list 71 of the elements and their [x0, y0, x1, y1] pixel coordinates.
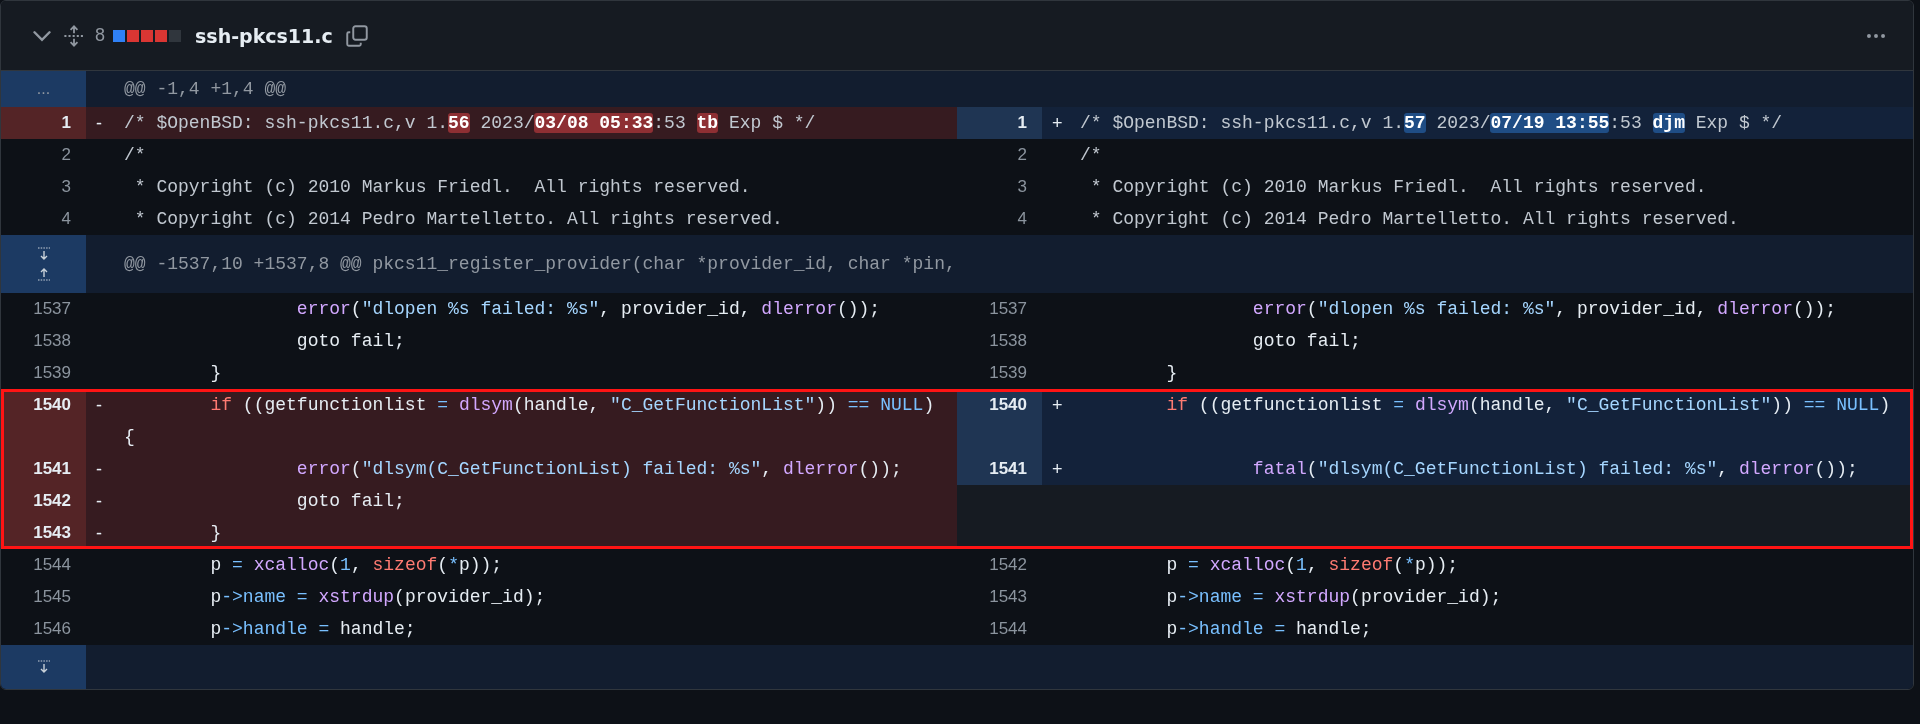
line-number: 1538 [33, 331, 71, 350]
code-line: * Copyright (c) 2014 Pedro Martelletto. All rights reserved. [133, 208, 783, 231]
code-line: * Copyright (c) 2014 Pedro Martelletto. All rights reserved. [1089, 208, 1739, 231]
expand-icon [63, 24, 85, 47]
line-number: 1542 [989, 555, 1027, 574]
code-line: /* [1080, 144, 1102, 167]
line-number: 1537 [33, 299, 71, 318]
code-line: p->name = xstrdup(provider_id); [1165, 586, 1502, 609]
code-line: p = xcalloc(1, sizeof(*p)); [209, 554, 503, 577]
plus-sign: + [1052, 112, 1064, 135]
code-line: /* [124, 144, 146, 167]
line-number: 4 [61, 209, 71, 228]
code-line: * Copyright (c) 2010 Markus Friedl. All rights reserved. [133, 176, 751, 199]
code-line: /* $OpenBSD: ssh-pkcs11.c,v 1.57 2023/07/19 13:55:53 djm Exp $ */ [1080, 112, 1783, 135]
line-number: 1539 [989, 363, 1027, 382]
line-number: 1543 [989, 587, 1027, 606]
line-number: 2 [61, 145, 71, 164]
line-number: 4 [1017, 209, 1027, 228]
code-line: error("dlopen %s failed: %s", provider_id, dlerror()); [1251, 298, 1837, 321]
code-line: error("dlsym(C_GetFunctionList) failed: %s", dlerror()); [295, 458, 902, 481]
hunk-header: @@ -1,4 +1,4 @@ [124, 79, 287, 99]
line-number: 3 [61, 177, 71, 196]
line-number: 1541 [957, 453, 1042, 485]
line-number: 1544 [989, 619, 1027, 638]
code-line: goto fail; [295, 330, 405, 353]
code-line: } [209, 522, 222, 545]
hunk-header: @@ -1537,10 +1537,8 @@ pkcs11_register_provider(char *provider_id, char *pin, [124, 254, 956, 274]
code-line: } [1165, 362, 1178, 385]
line-number: 1546 [33, 619, 71, 638]
line-number: 1542 [1, 485, 86, 517]
code-line: p->handle = handle; [1165, 618, 1372, 641]
expand-down-icon [35, 246, 52, 262]
code-line: error("dlopen %s failed: %s", provider_id, dlerror()); [295, 298, 881, 321]
line-number: 1539 [33, 363, 71, 382]
plus-sign: + [1052, 458, 1064, 481]
code-line: /* $OpenBSD: ssh-pkcs11.c,v 1.56 2023/03/08 05:33:53 tb Exp $ */ [124, 112, 816, 135]
minus-sign: - [96, 458, 103, 481]
code-line: fatal("dlsym(C_GetFunctionList) failed: %s", dlerror()); [1251, 458, 1858, 481]
code-line: p = xcalloc(1, sizeof(*p)); [1165, 554, 1459, 577]
line-number: 1537 [989, 299, 1027, 318]
minus-sign: - [96, 394, 103, 417]
line-number: 1540 [1, 389, 86, 453]
code-line: * Copyright (c) 2010 Markus Friedl. All rights reserved. [1089, 176, 1707, 199]
expand-button[interactable]: ... [30, 78, 57, 100]
line-number: 1 [957, 107, 1042, 139]
line-number: 1545 [33, 587, 71, 606]
minus-sign: - [96, 522, 103, 545]
change-count: 8 [95, 25, 105, 46]
copy-icon [344, 23, 369, 48]
line-number: 1540 [957, 389, 1042, 453]
line-number: 1543 [1, 517, 86, 549]
code-line: } [209, 362, 222, 385]
plus-sign: + [1052, 394, 1064, 417]
kebab-icon [1867, 33, 1885, 38]
minus-sign: - [96, 112, 103, 135]
code-line: p->name = xstrdup(provider_id); [209, 586, 546, 609]
code-line: goto fail; [295, 490, 405, 513]
code-line: goto fail; [1251, 330, 1361, 353]
expand-down-icon [35, 659, 52, 675]
code-line: p->handle = handle; [209, 618, 416, 641]
expand-up-icon [35, 266, 52, 282]
line-number: 1541 [1, 453, 86, 485]
line-number: 3 [1017, 177, 1027, 196]
code-line: if ((getfunctionlist = dlsym(handle, "C_GetFunctionList")) == NULL) [1165, 394, 1891, 417]
file-name: ssh-pkcs11.c [195, 24, 333, 47]
line-number: 1538 [989, 331, 1027, 350]
minus-sign: - [96, 490, 103, 513]
line-number: 1 [1, 107, 86, 139]
line-number: 1544 [33, 555, 71, 574]
code-line: if ((getfunctionlist = dlsym(handle, "C_GetFunctionList")) == NULL) { [124, 394, 936, 449]
line-number: 2 [1017, 145, 1027, 164]
